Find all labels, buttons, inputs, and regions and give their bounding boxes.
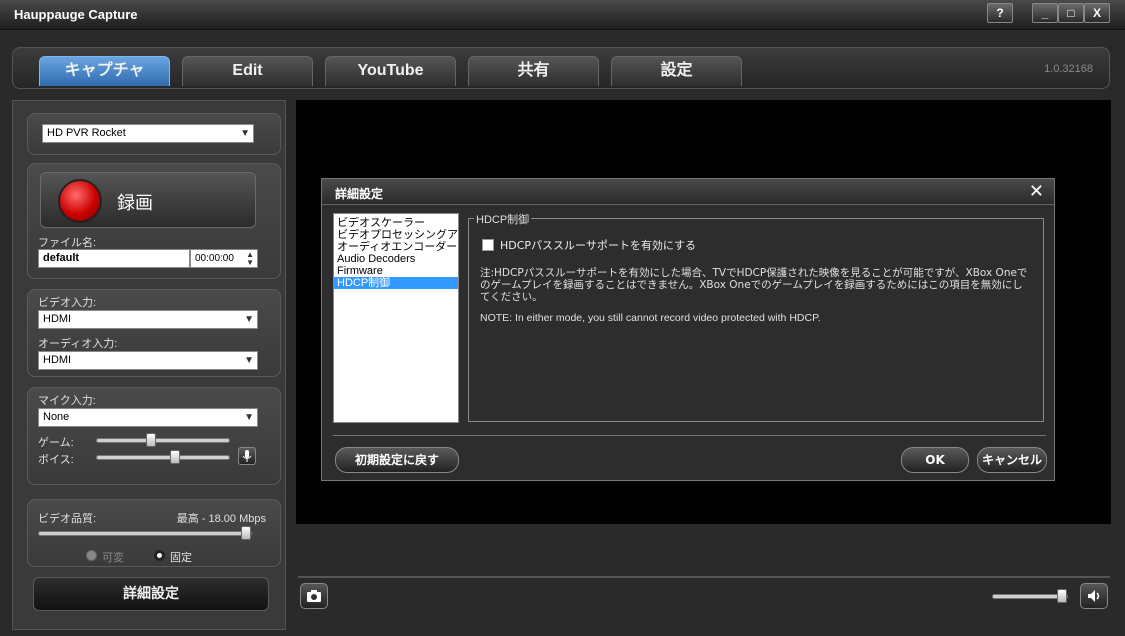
list-item-hdcp[interactable]: HDCP制御 bbox=[334, 277, 458, 289]
dialog-title: 詳細設定 bbox=[335, 187, 384, 201]
ok-button[interactable]: OK bbox=[901, 447, 969, 473]
close-button[interactable]: X bbox=[1084, 3, 1110, 23]
maximize-button[interactable]: □ bbox=[1058, 3, 1084, 23]
cancel-button[interactable]: キャンセル bbox=[977, 447, 1047, 473]
mic-group: マイク入力: None ▼ ゲーム: ボイス: bbox=[27, 387, 281, 485]
mute-button[interactable] bbox=[1080, 583, 1108, 609]
video-input-label: ビデオ入力: bbox=[38, 297, 97, 309]
game-slider-thumb[interactable] bbox=[146, 433, 156, 447]
quality-slider-thumb[interactable] bbox=[241, 526, 251, 540]
voice-slider[interactable] bbox=[96, 450, 230, 464]
tab-strip: キャプチャ Edit YouTube 共有 設定 1.0.32168 bbox=[12, 47, 1110, 89]
variable-radio[interactable] bbox=[86, 550, 97, 561]
list-item-video-scaler[interactable]: ビデオスケーラー bbox=[334, 217, 458, 229]
divider bbox=[333, 435, 1046, 436]
microphone-button[interactable] bbox=[238, 447, 256, 465]
mic-input-label: マイク入力: bbox=[38, 395, 96, 407]
record-button[interactable]: 録画 bbox=[40, 172, 256, 228]
mic-input-select[interactable]: None ▼ bbox=[38, 408, 258, 427]
chevron-down-icon: ▼ bbox=[244, 412, 254, 423]
audio-input-label: オーディオ入力: bbox=[38, 338, 118, 350]
quality-label: ビデオ品質: bbox=[38, 513, 97, 525]
variable-label: 可変 bbox=[102, 552, 124, 564]
mic-input-value: None bbox=[43, 411, 70, 423]
game-label: ゲーム: bbox=[38, 437, 74, 449]
device-value: HD PVR Rocket bbox=[47, 127, 126, 139]
duration-input[interactable]: 00:00:00 ▲ ▼ bbox=[190, 249, 258, 268]
quality-group: ビデオ品質: 最高 - 18.00 Mbps 可変 固定 bbox=[27, 499, 281, 567]
help-button[interactable]: ? bbox=[987, 3, 1013, 23]
video-input-value: HDMI bbox=[43, 313, 72, 325]
speaker-icon bbox=[1088, 590, 1100, 602]
hdcp-note-english: NOTE: In either mode, you still cannot r… bbox=[480, 312, 821, 324]
tab-settings[interactable]: 設定 bbox=[611, 56, 742, 86]
reset-defaults-button[interactable]: 初期設定に戻す bbox=[335, 447, 459, 473]
volume-slider[interactable] bbox=[992, 589, 1068, 603]
record-group: 録画 ファイル名: default 00:00:00 ▲ ▼ bbox=[27, 163, 281, 279]
snapshot-button[interactable] bbox=[300, 583, 328, 609]
game-slider[interactable] bbox=[96, 433, 230, 447]
close-icon[interactable]: ✕ bbox=[1029, 181, 1044, 202]
tab-capture[interactable]: キャプチャ bbox=[39, 56, 170, 86]
filename-label: ファイル名: bbox=[38, 237, 97, 249]
list-item-video-proc-amp[interactable]: ビデオプロセッシングアンプ bbox=[334, 229, 458, 241]
advanced-settings-dialog: 詳細設定 ✕ ビデオスケーラー ビデオプロセッシングアンプ オーディオエンコーダ… bbox=[321, 178, 1055, 481]
chevron-down-icon: ▼ bbox=[240, 128, 250, 139]
fixed-radio[interactable] bbox=[154, 550, 165, 561]
quality-value: 最高 - 18.00 Mbps bbox=[176, 513, 266, 525]
version-label: 1.0.32168 bbox=[1044, 63, 1093, 75]
tab-edit[interactable]: Edit bbox=[182, 56, 313, 86]
voice-label: ボイス: bbox=[38, 454, 74, 466]
hdcp-passthrough-label[interactable]: HDCPパススルーサポートを有効にする bbox=[500, 237, 696, 253]
minimize-button[interactable]: _ bbox=[1032, 3, 1058, 23]
list-item-audio-encoder[interactable]: オーディオエンコーダー bbox=[334, 241, 458, 253]
tab-youtube[interactable]: YouTube bbox=[325, 56, 456, 86]
quality-slider[interactable] bbox=[38, 526, 252, 540]
audio-input-value: HDMI bbox=[43, 354, 72, 366]
tab-share[interactable]: 共有 bbox=[468, 56, 599, 86]
hdcp-note-japanese: 注:HDCPパススルーサポートを有効にした場合、TVでHDCP保護された映像を見… bbox=[480, 267, 1028, 303]
hdcp-section-title: HDCP制御 bbox=[474, 211, 532, 227]
audio-input-select[interactable]: HDMI ▼ bbox=[38, 351, 258, 370]
record-icon bbox=[58, 179, 102, 223]
dialog-title-bar: 詳細設定 ✕ bbox=[322, 179, 1054, 205]
chevron-down-icon: ▼ bbox=[244, 355, 254, 366]
chevron-down-icon: ▼ bbox=[244, 314, 254, 325]
hdcp-passthrough-checkbox[interactable] bbox=[482, 239, 494, 251]
stepper-icon[interactable]: ▲ ▼ bbox=[246, 251, 254, 267]
app-title: Hauppauge Capture bbox=[14, 7, 138, 22]
settings-category-list: ビデオスケーラー ビデオプロセッシングアンプ オーディオエンコーダー Audio… bbox=[333, 213, 459, 423]
camera-icon bbox=[307, 590, 321, 602]
capture-panel: HD PVR Rocket ▼ 録画 ファイル名: default 00:00:… bbox=[12, 100, 286, 630]
device-select[interactable]: HD PVR Rocket ▼ bbox=[42, 124, 254, 143]
list-item-audio-decoders[interactable]: Audio Decoders bbox=[334, 253, 458, 265]
filename-input[interactable]: default bbox=[38, 249, 190, 268]
list-item-firmware[interactable]: Firmware bbox=[334, 265, 458, 277]
microphone-icon bbox=[242, 450, 252, 462]
fixed-label: 固定 bbox=[170, 552, 192, 564]
duration-value: 00:00:00 bbox=[195, 253, 234, 264]
device-group: HD PVR Rocket ▼ bbox=[27, 113, 281, 155]
video-input-select[interactable]: HDMI ▼ bbox=[38, 310, 258, 329]
title-bar: Hauppauge Capture ? _ □ X bbox=[0, 0, 1125, 30]
record-label: 録画 bbox=[117, 193, 153, 214]
voice-slider-thumb[interactable] bbox=[170, 450, 180, 464]
input-group: ビデオ入力: HDMI ▼ オーディオ入力: HDMI ▼ bbox=[27, 289, 281, 377]
divider bbox=[298, 576, 1110, 578]
advanced-settings-button[interactable]: 詳細設定 bbox=[33, 577, 269, 611]
volume-slider-thumb[interactable] bbox=[1057, 589, 1067, 603]
